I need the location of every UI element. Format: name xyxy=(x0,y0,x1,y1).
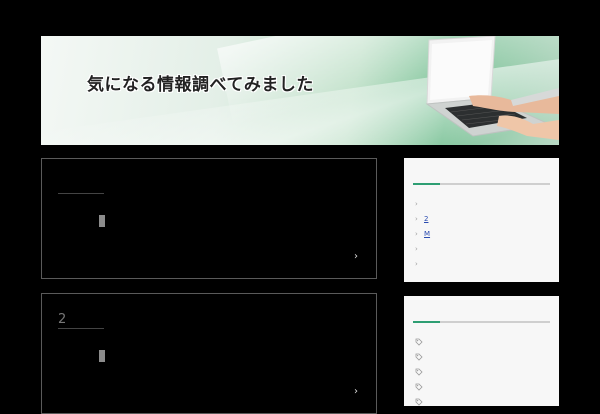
read-more-chevron-icon[interactable]: › xyxy=(354,387,358,397)
tag-icon xyxy=(415,368,423,376)
list-item[interactable] xyxy=(415,334,425,349)
widget-heading-accent xyxy=(413,321,440,323)
list-item: › 2 xyxy=(415,211,457,226)
tag-list xyxy=(415,334,425,409)
widget-heading-divider xyxy=(413,321,550,323)
widget-heading-accent xyxy=(413,183,440,185)
post-thumbnail[interactable] xyxy=(99,215,105,227)
post-card[interactable]: › xyxy=(41,158,377,279)
recent-posts-list: › › 2 › M › › xyxy=(415,196,457,271)
list-item: › xyxy=(415,241,457,256)
chevron-right-icon: › xyxy=(415,199,418,208)
list-item[interactable] xyxy=(415,364,425,379)
widget-heading-divider xyxy=(413,183,550,185)
tag-icon xyxy=(415,353,423,361)
list-item[interactable] xyxy=(415,349,425,364)
list-item[interactable] xyxy=(415,379,425,394)
recent-posts-widget: › › 2 › M › › xyxy=(404,158,559,282)
chevron-right-icon: › xyxy=(415,244,418,253)
site-title[interactable]: 気になる情報調べてみました xyxy=(87,70,314,95)
tag-icon xyxy=(415,338,423,346)
chevron-right-icon: › xyxy=(415,229,418,238)
tag-icon xyxy=(415,398,423,406)
recent-post-link[interactable]: M xyxy=(424,230,457,238)
post-thumbnail[interactable] xyxy=(99,350,105,362)
laptop-hands-image xyxy=(425,36,559,140)
recent-post-link[interactable]: 2 xyxy=(424,215,442,223)
list-item[interactable] xyxy=(415,394,425,409)
tags-widget xyxy=(404,296,559,406)
chevron-right-icon: › xyxy=(415,214,418,223)
post-title[interactable] xyxy=(58,177,104,194)
header-banner[interactable]: 気になる情報調べてみました xyxy=(41,36,559,145)
read-more-chevron-icon[interactable]: › xyxy=(354,252,358,262)
post-card[interactable]: 2 › xyxy=(41,293,377,414)
post-title[interactable]: 2 xyxy=(58,312,104,329)
tag-icon xyxy=(415,383,423,391)
list-item: › xyxy=(415,196,457,211)
list-item: › M xyxy=(415,226,457,241)
chevron-right-icon: › xyxy=(415,259,418,268)
list-item: › xyxy=(415,256,457,271)
